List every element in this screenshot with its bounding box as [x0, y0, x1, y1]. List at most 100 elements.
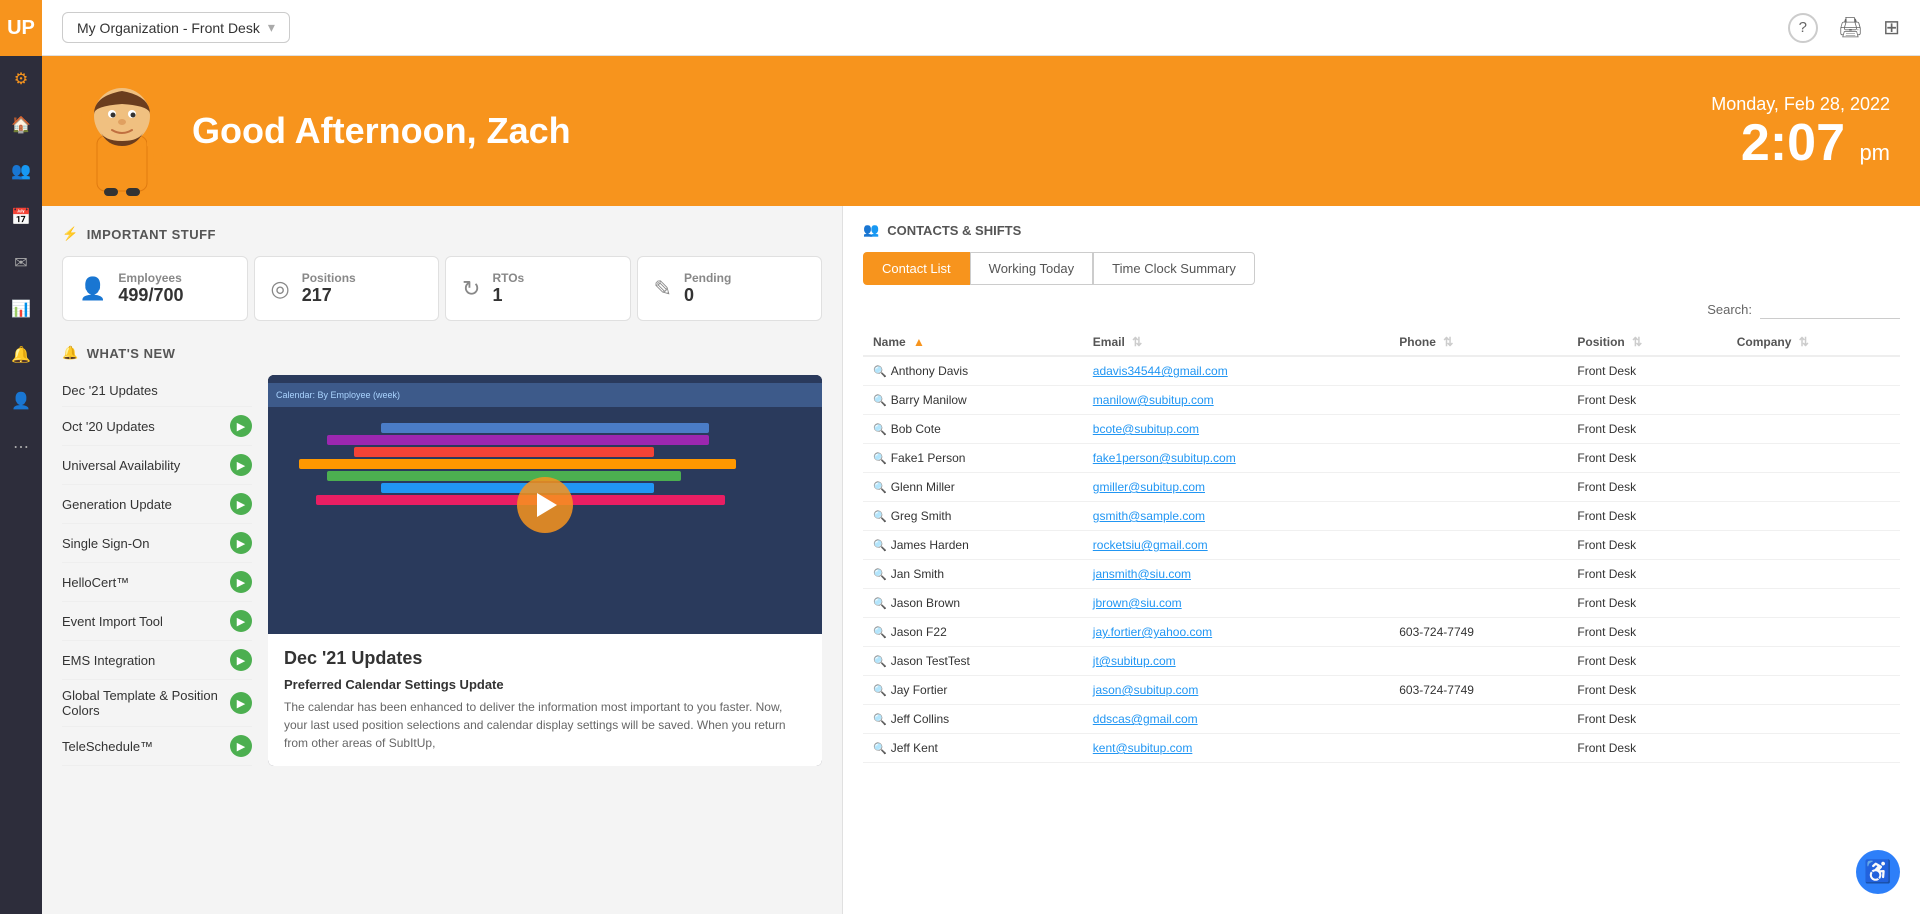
- contact-email: ddscas@gmail.com: [1083, 705, 1389, 734]
- contact-email: kent@subitup.com: [1083, 734, 1389, 763]
- news-item-hellocert[interactable]: HelloCert™ ▶: [62, 563, 252, 602]
- contact-email: jason@subitup.com: [1083, 676, 1389, 705]
- contact-search-icon[interactable]: 🔍: [873, 482, 887, 494]
- sidebar-item-messages[interactable]: ✉: [0, 242, 42, 284]
- table-row: 🔍Jeff Kent kent@subitup.com Front Desk: [863, 734, 1900, 763]
- sidebar-item-home[interactable]: 🏠: [0, 104, 42, 146]
- contact-phone: 603-724-7749: [1389, 676, 1567, 705]
- video-placeholder: Calendar: By Employee (week): [268, 375, 822, 634]
- pending-label: Pending: [684, 271, 731, 285]
- stat-employees[interactable]: 👤 Employees 499/700: [62, 256, 248, 321]
- app-logo: UP: [0, 0, 42, 56]
- contact-search-icon[interactable]: 🔍: [873, 627, 887, 639]
- col-email[interactable]: Email ⇅: [1083, 329, 1389, 356]
- stat-rtos[interactable]: ↻ RTOs 1: [445, 256, 631, 321]
- contact-company: [1727, 647, 1900, 676]
- employees-label: Employees: [118, 271, 183, 285]
- contact-position: Front Desk: [1567, 415, 1726, 444]
- org-selector-chevron: ▾: [268, 19, 275, 36]
- news-item-teleschedule[interactable]: TeleSchedule™ ▶: [62, 727, 252, 766]
- contact-email: jbrown@siu.com: [1083, 589, 1389, 618]
- tab-time-clock-summary[interactable]: Time Clock Summary: [1093, 252, 1255, 285]
- lightning-icon: ⚡: [62, 226, 79, 242]
- print-icon[interactable]: 🖨: [1838, 15, 1863, 40]
- accessibility-button[interactable]: ♿: [1856, 850, 1900, 894]
- stat-positions[interactable]: ◎ Positions 217: [254, 256, 440, 321]
- contacts-icon: 👥: [863, 222, 879, 238]
- video-title: Dec '21 Updates: [284, 648, 806, 669]
- play-button[interactable]: [517, 477, 573, 533]
- sidebar-item-more[interactable]: ⋯: [0, 426, 42, 468]
- contact-search-icon[interactable]: 🔍: [873, 569, 887, 581]
- contact-search-icon[interactable]: 🔍: [873, 714, 887, 726]
- contacts-header: 👥 CONTACTS & SHIFTS: [863, 222, 1900, 238]
- contact-search-icon[interactable]: 🔍: [873, 685, 887, 697]
- arrow-icon: ▶: [230, 610, 252, 632]
- contact-search-icon[interactable]: 🔍: [873, 598, 887, 610]
- news-item-universal[interactable]: Universal Availability ▶: [62, 446, 252, 485]
- col-name[interactable]: Name ▲: [863, 329, 1083, 356]
- sidebar-item-calendar[interactable]: 📅: [0, 196, 42, 238]
- contact-phone: 603-724-7749: [1389, 618, 1567, 647]
- news-item-event-import[interactable]: Event Import Tool ▶: [62, 602, 252, 641]
- contact-name: 🔍Greg Smith: [863, 502, 1083, 531]
- hero-greeting: Good Afternoon, Zach: [192, 110, 571, 152]
- contact-email: jansmith@siu.com: [1083, 560, 1389, 589]
- tab-working-today[interactable]: Working Today: [970, 252, 1094, 285]
- col-position[interactable]: Position ⇅: [1567, 329, 1726, 356]
- news-item-dec21[interactable]: Dec '21 Updates: [62, 375, 252, 407]
- news-item-ems[interactable]: EMS Integration ▶: [62, 641, 252, 680]
- contact-name: 🔍Jason Brown: [863, 589, 1083, 618]
- contact-search-icon[interactable]: 🔍: [873, 366, 887, 378]
- contact-position: Front Desk: [1567, 531, 1726, 560]
- table-row: 🔍Jason Brown jbrown@siu.com Front Desk: [863, 589, 1900, 618]
- right-panel: 👥 CONTACTS & SHIFTS Contact List Working…: [842, 206, 1920, 914]
- table-row: 🔍Jeff Collins ddscas@gmail.com Front Des…: [863, 705, 1900, 734]
- contact-name: 🔍James Harden: [863, 531, 1083, 560]
- tab-contact-list[interactable]: Contact List: [863, 252, 970, 285]
- sidebar-item-users[interactable]: 👥: [0, 150, 42, 192]
- news-item-generation[interactable]: Generation Update ▶: [62, 485, 252, 524]
- news-item-oct20[interactable]: Oct '20 Updates ▶: [62, 407, 252, 446]
- search-input[interactable]: [1760, 299, 1900, 319]
- help-icon[interactable]: ?: [1788, 13, 1818, 43]
- arrow-icon: ▶: [230, 415, 252, 437]
- contact-company: [1727, 618, 1900, 647]
- stat-pending[interactable]: ✎ Pending 0: [637, 256, 823, 321]
- table-row: 🔍Anthony Davis adavis34544@gmail.com Fro…: [863, 356, 1900, 386]
- sidebar-item-settings[interactable]: ⚙: [0, 58, 42, 100]
- contact-search-icon[interactable]: 🔍: [873, 424, 887, 436]
- contacts-table: Name ▲ Email ⇅ Phone ⇅ Position ⇅ Compan…: [863, 329, 1900, 763]
- contact-search-icon[interactable]: 🔍: [873, 743, 887, 755]
- contact-search-icon[interactable]: 🔍: [873, 511, 887, 523]
- sidebar-item-notifications[interactable]: 🔔: [0, 334, 42, 376]
- col-phone[interactable]: Phone ⇅: [1389, 329, 1567, 356]
- contact-email: jay.fortier@yahoo.com: [1083, 618, 1389, 647]
- stats-grid: 👤 Employees 499/700 ◎ Positions 217 ↻: [62, 256, 822, 321]
- contact-email: jt@subitup.com: [1083, 647, 1389, 676]
- contact-search-icon[interactable]: 🔍: [873, 540, 887, 552]
- sidebar-item-profile[interactable]: 👤: [0, 380, 42, 422]
- col-company[interactable]: Company ⇅: [1727, 329, 1900, 356]
- contact-search-icon[interactable]: 🔍: [873, 453, 887, 465]
- contact-company: [1727, 473, 1900, 502]
- org-selector[interactable]: My Organization - Front Desk ▾: [62, 12, 290, 43]
- sidebar-item-reports[interactable]: 📊: [0, 288, 42, 330]
- contact-email: fake1person@subitup.com: [1083, 444, 1389, 473]
- contacts-table-wrapper: Name ▲ Email ⇅ Phone ⇅ Position ⇅ Compan…: [863, 329, 1900, 898]
- main-content: My Organization - Front Desk ▾ ? 🖨 ⊞: [42, 0, 1920, 914]
- news-item-sso[interactable]: Single Sign-On ▶: [62, 524, 252, 563]
- contacts-tabs: Contact List Working Today Time Clock Su…: [863, 252, 1900, 285]
- contact-search-icon[interactable]: 🔍: [873, 395, 887, 407]
- grid-icon[interactable]: ⊞: [1883, 15, 1900, 40]
- contact-search-icon[interactable]: 🔍: [873, 656, 887, 668]
- contact-phone: [1389, 415, 1567, 444]
- contact-name: 🔍Jason F22: [863, 618, 1083, 647]
- pending-icon: ✎: [654, 276, 672, 302]
- news-item-global-template[interactable]: Global Template & Position Colors ▶: [62, 680, 252, 727]
- contact-phone: [1389, 444, 1567, 473]
- arrow-icon: ▶: [230, 735, 252, 757]
- hero-datetime: Monday, Feb 28, 2022 2:07 pm: [1711, 94, 1890, 169]
- table-row: 🔍Greg Smith gsmith@sample.com Front Desk: [863, 502, 1900, 531]
- video-area: Calendar: By Employee (week): [268, 375, 822, 766]
